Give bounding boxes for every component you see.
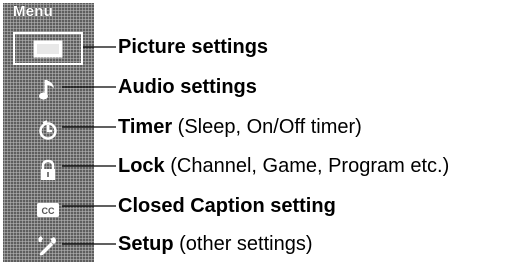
label-name: Picture settings [118,36,269,58]
label-timer: Timer (Sleep, On/Off timer) [118,116,362,138]
label-detail: (Sleep, On/Off timer) [172,116,362,138]
menu-item-picture[interactable] [13,32,83,65]
menu-panel: Menu CC [3,3,94,262]
menu-item-closed-caption[interactable]: CC [13,193,83,226]
label-name: Timer [118,116,173,138]
picture-icon [33,40,63,57]
label-closed-caption: Closed Caption setting [118,195,336,217]
label-detail: (other settings) [173,233,313,255]
label-audio-settings: Audio settings [118,76,257,98]
menu-item-audio[interactable] [13,73,83,106]
menu-item-timer[interactable] [13,113,83,146]
label-name: Audio settings [118,76,257,98]
label-setup: Setup (other settings) [118,233,313,255]
label-name: Closed Caption setting [118,195,336,217]
music-note-icon [39,79,54,99]
label-detail: (Channel, Game, Program etc.) [164,155,450,177]
label-name: Setup [118,233,174,255]
menu-item-setup[interactable] [13,228,83,261]
label-lock: Lock (Channel, Game, Program etc.) [118,155,449,177]
menu-item-lock[interactable] [13,153,83,186]
timer-icon [39,119,57,140]
svg-text:CC: CC [42,206,55,216]
label-name: Lock [118,155,165,177]
lock-icon [41,159,55,180]
setup-icon [38,235,56,255]
label-picture-settings: Picture settings [118,36,268,58]
cc-icon: CC [37,202,59,217]
menu-title: Menu [13,3,53,20]
